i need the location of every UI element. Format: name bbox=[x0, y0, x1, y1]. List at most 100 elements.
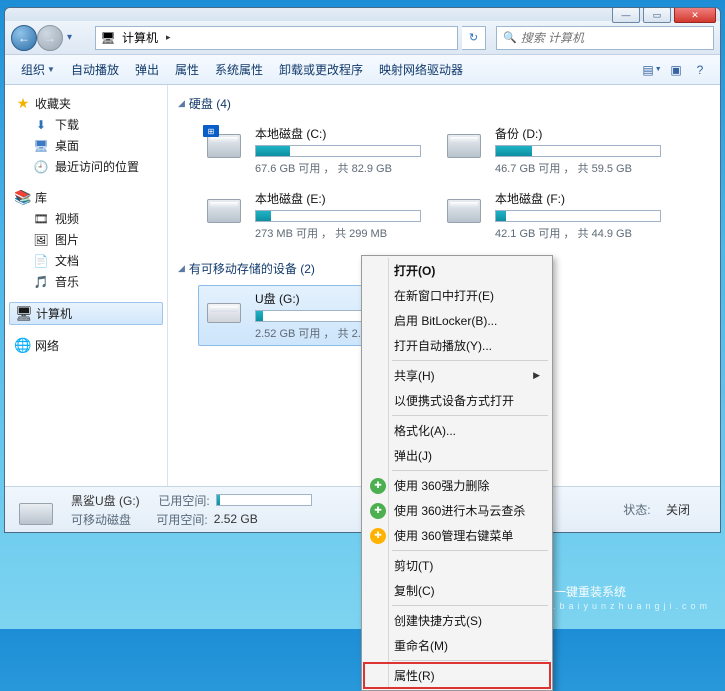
status-title: 黑鲨U盘 (G:) bbox=[71, 492, 140, 509]
section-hdd[interactable]: ◢硬盘 (4) bbox=[178, 91, 710, 116]
ctx-open[interactable]: 打开(O) bbox=[364, 258, 550, 283]
minimize-button[interactable]: — bbox=[612, 7, 640, 23]
status-size-value: 2.52 GB bbox=[214, 512, 258, 526]
sidebar-libraries: 📚库 🎞视频 🖼图片 📄文档 🎵音乐 bbox=[9, 187, 163, 292]
drive-item[interactable]: 备份 (D:) 46.7 GB 可用 ， 共 59.5 GB bbox=[438, 120, 666, 181]
computer-icon: 🖥 bbox=[100, 30, 116, 46]
sidebar-network: 🌐网络 bbox=[9, 335, 163, 356]
sidebar-item-desktop[interactable]: 🖥桌面 bbox=[9, 135, 163, 156]
drive-item[interactable]: ⊞ 本地磁盘 (C:) 67.6 GB 可用 ， 共 82.9 GB bbox=[198, 120, 426, 181]
ctx-properties[interactable]: 属性(R) bbox=[364, 663, 550, 688]
address-text: 计算机 bbox=[122, 29, 158, 46]
search-box[interactable]: 🔍 bbox=[496, 26, 714, 50]
status-type: 可移动磁盘 bbox=[71, 511, 131, 528]
ctx-360-menu[interactable]: ✚使用 360管理右键菜单 bbox=[364, 523, 550, 548]
drive-name: 备份 (D:) bbox=[495, 125, 661, 142]
back-button[interactable]: ← bbox=[11, 25, 37, 51]
drive-icon: ⊞ bbox=[203, 125, 247, 161]
address-bar[interactable]: 🖥 计算机 ▸ bbox=[95, 26, 458, 50]
sidebar-item-documents[interactable]: 📄文档 bbox=[9, 250, 163, 271]
search-input[interactable] bbox=[521, 31, 707, 45]
360-icon: ✚ bbox=[370, 528, 386, 544]
maximize-button[interactable]: ▭ bbox=[643, 7, 671, 23]
ctx-rename[interactable]: 重命名(M) bbox=[364, 633, 550, 658]
drive-icon bbox=[203, 190, 247, 226]
system-properties-button[interactable]: 系统属性 bbox=[209, 58, 269, 81]
status-state-label: 状态: bbox=[623, 501, 650, 518]
ctx-cut[interactable]: 剪切(T) bbox=[364, 553, 550, 578]
search-icon: 🔍 bbox=[503, 31, 517, 44]
chevron-right-icon: ▸ bbox=[166, 32, 171, 43]
properties-button[interactable]: 属性 bbox=[169, 58, 205, 81]
organize-button[interactable]: 组织▼ bbox=[15, 58, 61, 81]
network-icon: 🌐 bbox=[15, 338, 31, 354]
sidebar-item-downloads[interactable]: ⬇下载 bbox=[9, 114, 163, 135]
music-icon: 🎵 bbox=[33, 274, 49, 290]
drive-usage-text: 67.6 GB 可用 ， 共 82.9 GB bbox=[255, 160, 421, 176]
ctx-portable[interactable]: 以便携式设备方式打开 bbox=[364, 388, 550, 413]
drive-name: 本地磁盘 (E:) bbox=[255, 190, 421, 207]
drive-usage-text: 46.7 GB 可用 ， 共 59.5 GB bbox=[495, 160, 661, 176]
sidebar-item-pictures[interactable]: 🖼图片 bbox=[9, 229, 163, 250]
ctx-open-new-window[interactable]: 在新窗口中打开(E) bbox=[364, 283, 550, 308]
history-dropdown[interactable]: ▾ bbox=[67, 32, 91, 43]
picture-icon: 🖼 bbox=[33, 232, 49, 248]
view-button[interactable]: ▤▼ bbox=[642, 60, 662, 80]
collapse-icon: ◢ bbox=[178, 263, 185, 274]
forward-button[interactable]: → bbox=[37, 25, 63, 51]
uninstall-button[interactable]: 卸载或更改程序 bbox=[273, 58, 369, 81]
status-size-label: 可用空间: bbox=[156, 511, 207, 528]
sidebar-libraries-header[interactable]: 📚库 bbox=[9, 187, 163, 208]
sidebar-item-computer[interactable]: 🖥计算机 bbox=[9, 302, 163, 325]
titlebar: — ▭ ✕ bbox=[5, 8, 720, 21]
drive-name: 本地磁盘 (C:) bbox=[255, 125, 421, 142]
toolbar: 组织▼ 自动播放 弹出 属性 系统属性 卸载或更改程序 映射网络驱动器 ▤▼ ▣… bbox=[5, 55, 720, 85]
ctx-format[interactable]: 格式化(A)... bbox=[364, 418, 550, 443]
collapse-icon: ◢ bbox=[178, 98, 185, 109]
ctx-360-delete[interactable]: ✚使用 360强力删除 bbox=[364, 473, 550, 498]
download-icon: ⬇ bbox=[33, 117, 49, 133]
desktop-icon: 🖥 bbox=[33, 138, 49, 154]
eject-button[interactable]: 弹出 bbox=[129, 58, 165, 81]
drive-usage-bar bbox=[255, 145, 421, 157]
preview-pane-button[interactable]: ▣ bbox=[666, 60, 686, 80]
drive-item[interactable]: 本地磁盘 (F:) 42.1 GB 可用 ， 共 44.9 GB bbox=[438, 185, 666, 246]
sidebar-item-network[interactable]: 🌐网络 bbox=[9, 335, 163, 356]
drive-icon bbox=[443, 125, 487, 161]
close-button[interactable]: ✕ bbox=[674, 7, 716, 23]
library-icon: 📚 bbox=[15, 190, 31, 206]
ctx-autoplay[interactable]: 打开自动播放(Y)... bbox=[364, 333, 550, 358]
drive-icon bbox=[203, 290, 247, 326]
drive-usage-bar bbox=[255, 210, 421, 222]
submenu-arrow-icon: ▶ bbox=[533, 370, 540, 381]
context-menu: 打开(O) 在新窗口中打开(E) 启用 BitLocker(B)... 打开自动… bbox=[361, 255, 553, 691]
sidebar-favorites-header[interactable]: ★收藏夹 bbox=[9, 93, 163, 114]
windows-flag-icon: ⊞ bbox=[203, 125, 219, 137]
sidebar-item-music[interactable]: 🎵音乐 bbox=[9, 271, 163, 292]
drive-usage-text: 273 MB 可用 ， 共 299 MB bbox=[255, 225, 421, 241]
sidebar-item-recent[interactable]: 🕘最近访问的位置 bbox=[9, 156, 163, 177]
document-icon: 📄 bbox=[33, 253, 49, 269]
status-used-label: 已用空间: bbox=[158, 492, 209, 509]
sidebar: ★收藏夹 ⬇下载 🖥桌面 🕘最近访问的位置 📚库 🎞视频 🖼图片 📄文档 🎵音乐… bbox=[5, 85, 168, 486]
star-icon: ★ bbox=[15, 96, 31, 112]
drive-icon bbox=[15, 492, 59, 528]
drive-icon bbox=[443, 190, 487, 226]
ctx-copy[interactable]: 复制(C) bbox=[364, 578, 550, 603]
drive-item[interactable]: 本地磁盘 (E:) 273 MB 可用 ， 共 299 MB bbox=[198, 185, 426, 246]
status-state-value: 关闭 bbox=[666, 501, 690, 518]
ctx-eject[interactable]: 弹出(J) bbox=[364, 443, 550, 468]
sidebar-item-videos[interactable]: 🎞视频 bbox=[9, 208, 163, 229]
refresh-button[interactable]: ↻ bbox=[462, 26, 486, 50]
ctx-bitlocker[interactable]: 启用 BitLocker(B)... bbox=[364, 308, 550, 333]
ctx-share[interactable]: 共享(H)▶ bbox=[364, 363, 550, 388]
map-drive-button[interactable]: 映射网络驱动器 bbox=[373, 58, 469, 81]
autoplay-button[interactable]: 自动播放 bbox=[65, 58, 125, 81]
drive-usage-bar bbox=[495, 210, 661, 222]
video-icon: 🎞 bbox=[33, 211, 49, 227]
status-used-bar bbox=[216, 494, 312, 506]
sidebar-computer: 🖥计算机 bbox=[9, 302, 163, 325]
help-button[interactable]: ? bbox=[690, 60, 710, 80]
ctx-create-shortcut[interactable]: 创建快捷方式(S) bbox=[364, 608, 550, 633]
ctx-360-scan[interactable]: ✚使用 360进行木马云查杀 bbox=[364, 498, 550, 523]
